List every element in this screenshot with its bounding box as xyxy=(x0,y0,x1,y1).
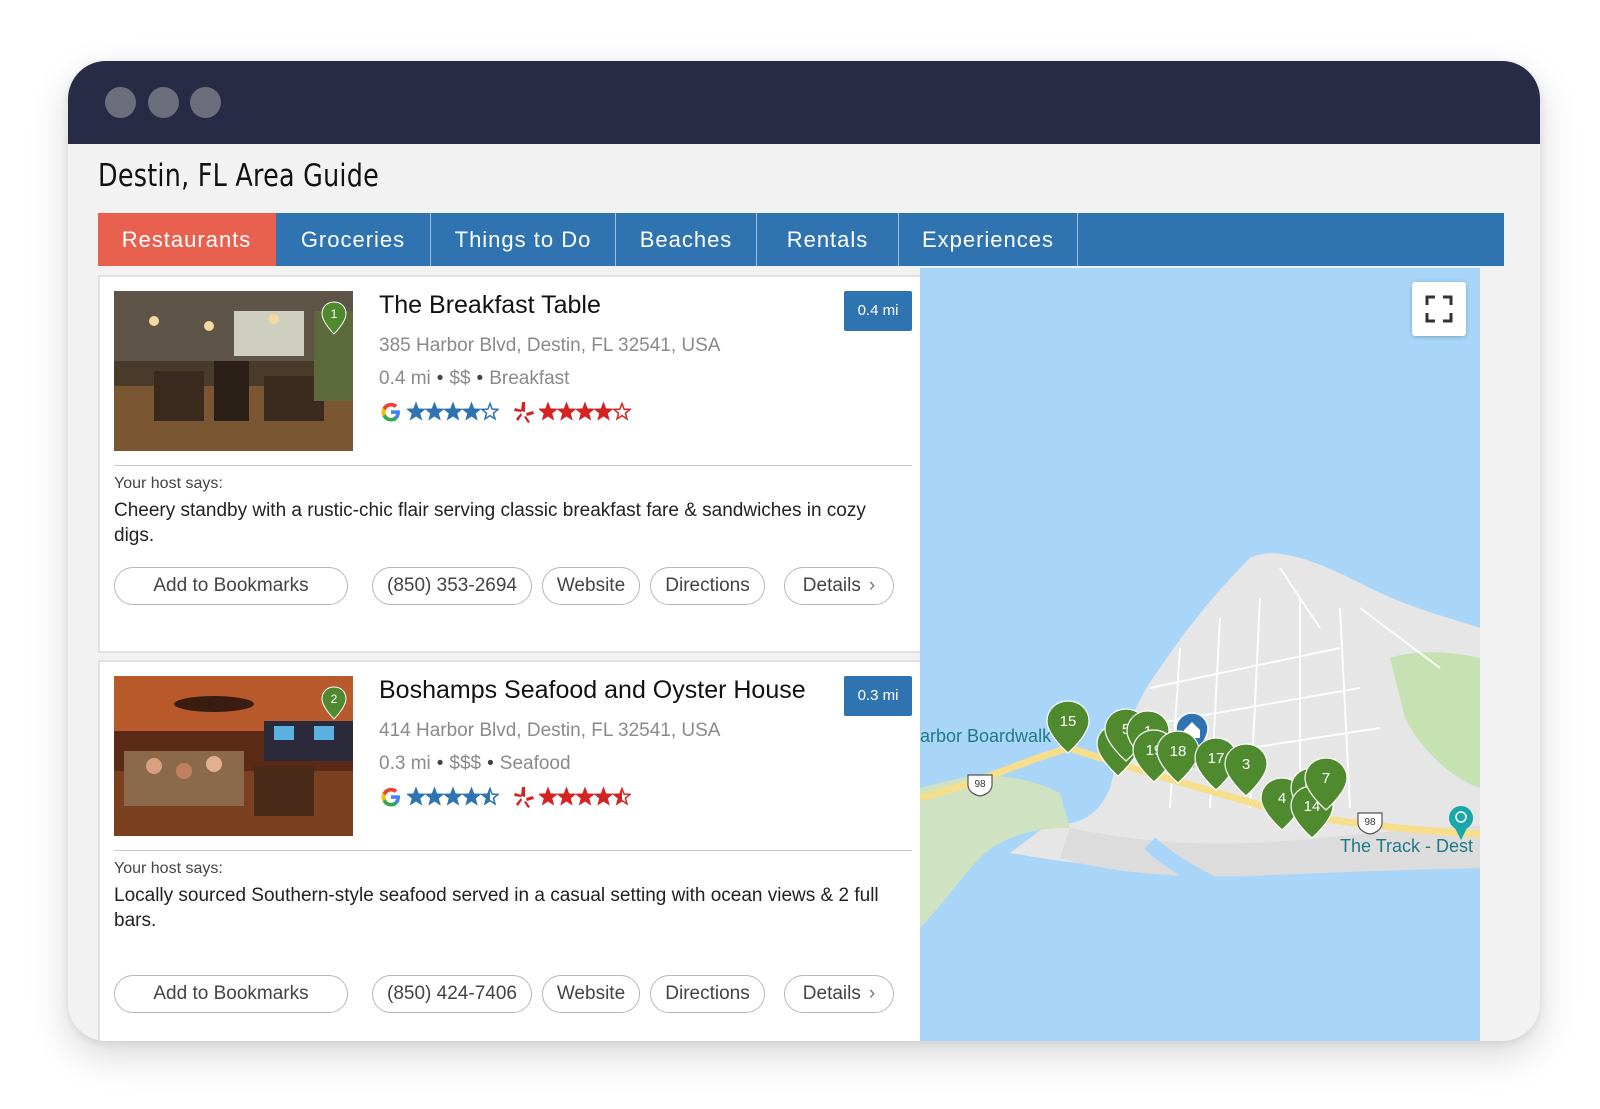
category-tabs: Restaurants Groceries Things to Do Beach… xyxy=(98,213,1504,266)
star-icon xyxy=(442,786,464,806)
listing-card: 1 The Breakfast Table 0.4 mi 385 Harbor … xyxy=(98,275,926,653)
website-button[interactable]: Website xyxy=(542,975,640,1013)
host-says-label: Your host says: xyxy=(114,475,223,492)
add-to-bookmarks-button[interactable]: Add to Bookmarks xyxy=(114,567,348,605)
svg-text:3: 3 xyxy=(1242,756,1250,773)
star-icon xyxy=(407,401,427,421)
star-icon xyxy=(539,401,559,421)
svg-text:17: 17 xyxy=(1208,750,1225,767)
star-icon xyxy=(574,401,596,421)
tab-things-to-do[interactable]: Things to Do xyxy=(431,213,616,266)
star-icon xyxy=(593,786,614,806)
details-button[interactable]: Details › xyxy=(784,975,894,1013)
host-description: Cheery standby with a rustic-chic flair … xyxy=(114,500,866,546)
distance-text: 0.3 mi xyxy=(379,753,431,774)
star-icon xyxy=(424,401,445,421)
card-divider xyxy=(114,465,912,466)
card-divider xyxy=(114,850,912,851)
map-pin-icon: 1 xyxy=(321,301,347,335)
distance-badge: 0.4 mi xyxy=(844,291,912,331)
restaurant-meta: 0.3 mi • $$$ • Seafood xyxy=(379,753,571,774)
star-icon xyxy=(407,786,427,806)
star-icon xyxy=(556,401,577,421)
price-level: $$ xyxy=(449,368,471,389)
svg-text:7: 7 xyxy=(1322,770,1330,787)
star-icon xyxy=(611,401,631,421)
map-label-boardwalk: arbor Boardwalk xyxy=(920,726,1052,746)
fullscreen-button[interactable] xyxy=(1412,282,1466,336)
google-logo-icon xyxy=(381,787,400,807)
svg-text:1: 1 xyxy=(331,307,338,321)
highway-shield-icon: 98 xyxy=(967,774,993,797)
tab-beaches[interactable]: Beaches xyxy=(616,213,757,266)
yelp-logo-icon xyxy=(514,787,534,808)
restaurant-name[interactable]: Boshamps Seafood and Oyster House xyxy=(379,676,806,705)
star-icon xyxy=(574,786,596,806)
star-icon xyxy=(461,786,482,806)
distance-text: 0.4 mi xyxy=(379,368,431,389)
chevron-right-icon: › xyxy=(868,983,876,1004)
window-titlebar xyxy=(68,61,1540,144)
star-icon xyxy=(442,401,464,421)
expand-icon xyxy=(1425,295,1453,323)
phone-button[interactable]: (850) 353-2694 xyxy=(372,567,532,605)
tab-restaurants[interactable]: Restaurants xyxy=(98,213,276,266)
directions-button[interactable]: Directions xyxy=(650,975,765,1013)
host-description: Locally sourced Southern-style seafood s… xyxy=(114,885,879,931)
ratings-row xyxy=(379,784,631,810)
chevron-right-icon: › xyxy=(868,575,876,596)
star-icon xyxy=(593,401,614,421)
distance-badge: 0.3 mi xyxy=(844,676,912,716)
yelp-logo-icon xyxy=(514,402,534,423)
window-control-dot[interactable] xyxy=(148,87,179,118)
svg-text:15: 15 xyxy=(1060,713,1077,730)
star-icon xyxy=(539,786,559,806)
browser-window: Destin, FL Area Guide Restaurants Grocer… xyxy=(68,61,1540,1041)
map-canvas[interactable]: 98 98 arbor Boardwalk Desti The Track - … xyxy=(920,268,1480,1041)
website-button[interactable]: Website xyxy=(542,567,640,605)
restaurant-address: 385 Harbor Blvd, Destin, FL 32541, USA xyxy=(379,335,721,356)
restaurant-name[interactable]: The Breakfast Table xyxy=(379,291,601,320)
star-icon xyxy=(556,786,577,806)
ratings-row xyxy=(379,399,631,425)
google-logo-icon xyxy=(381,402,400,422)
star-icon xyxy=(424,786,445,806)
svg-text:2: 2 xyxy=(331,692,338,706)
tab-rentals[interactable]: Rentals xyxy=(757,213,899,266)
window-control-dot[interactable] xyxy=(190,87,221,118)
svg-text:98: 98 xyxy=(974,779,986,790)
map-label-track: The Track - Dest xyxy=(1340,836,1473,856)
cuisine-category: Breakfast xyxy=(489,368,570,389)
tab-groceries[interactable]: Groceries xyxy=(276,213,431,266)
area-map[interactable]: 98 98 arbor Boardwalk Desti The Track - … xyxy=(920,268,1480,1041)
svg-text:4: 4 xyxy=(1278,790,1286,807)
window-control-dot[interactable] xyxy=(105,87,136,118)
price-level: $$$ xyxy=(449,753,482,774)
star-icon xyxy=(461,401,482,421)
svg-text:18: 18 xyxy=(1170,743,1187,760)
details-label: Details xyxy=(802,575,861,596)
host-says-label: Your host says: xyxy=(114,860,223,877)
page-title: Destin, FL Area Guide xyxy=(98,158,380,194)
details-label: Details xyxy=(802,983,861,1004)
add-to-bookmarks-button[interactable]: Add to Bookmarks xyxy=(114,975,348,1013)
yelp-star-rating xyxy=(539,786,631,806)
restaurant-photo[interactable]: 1 xyxy=(114,291,353,451)
listing-card: 2 Boshamps Seafood and Oyster House 0.3 … xyxy=(98,660,926,1041)
cuisine-category: Seafood xyxy=(499,753,571,774)
google-star-rating xyxy=(407,786,499,806)
directions-button[interactable]: Directions xyxy=(650,567,765,605)
restaurant-photo[interactable]: 2 xyxy=(114,676,353,836)
svg-text:98: 98 xyxy=(1364,817,1376,828)
map-pin-icon: 2 xyxy=(321,686,347,720)
restaurant-address: 414 Harbor Blvd, Destin, FL 32541, USA xyxy=(379,720,721,741)
restaurant-meta: 0.4 mi • $$ • Breakfast xyxy=(379,368,570,389)
highway-shield-icon: 98 xyxy=(1357,812,1383,835)
phone-button[interactable]: (850) 424-7406 xyxy=(372,975,532,1013)
google-star-rating xyxy=(407,401,499,421)
tab-experiences[interactable]: Experiences xyxy=(899,213,1078,266)
details-button[interactable]: Details › xyxy=(784,567,894,605)
star-icon xyxy=(479,401,499,421)
yelp-star-rating xyxy=(539,401,631,421)
